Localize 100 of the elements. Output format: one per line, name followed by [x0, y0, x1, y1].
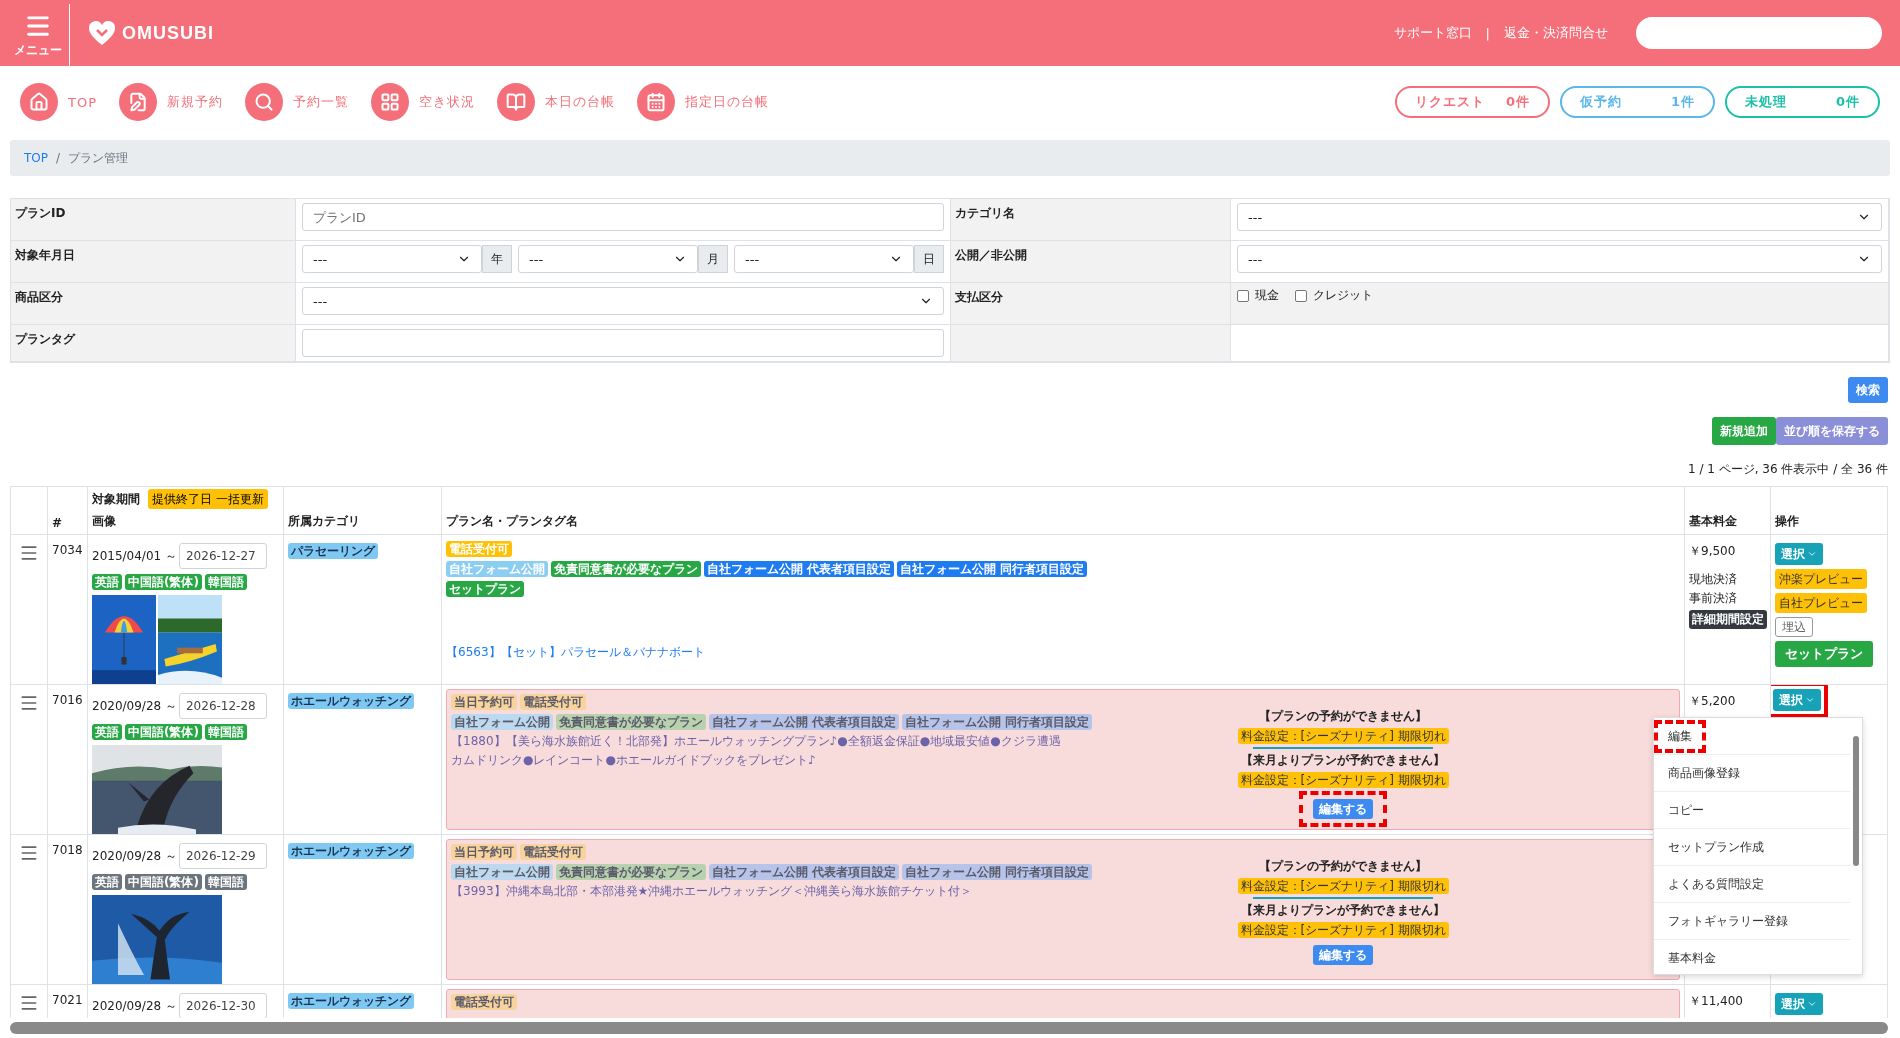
nav-link[interactable]: 指定日の台帳: [637, 83, 769, 121]
price: ￥9,500: [1689, 543, 1736, 560]
plan-tag: 免責同意書が必要なプラン: [551, 561, 701, 577]
column-header: 対象期間: [92, 490, 140, 508]
nav-link[interactable]: 本日の台帳: [497, 83, 615, 121]
plan-name-link[interactable]: 【6563】【セット】パラセール＆バナナボート: [446, 645, 705, 660]
nav-link[interactable]: 予約一覧: [245, 83, 349, 121]
plan-tag: 電話受付可: [451, 994, 517, 1010]
category-tag: ホエールウォッチング: [288, 843, 414, 859]
nav-link[interactable]: 空き状況: [371, 83, 475, 121]
price: ￥11,400: [1689, 993, 1743, 1010]
caret-icon: [1807, 549, 1817, 559]
drag-handle-icon[interactable]: [19, 693, 39, 713]
nav-icon: [20, 83, 58, 121]
input-field[interactable]: [302, 329, 944, 357]
column-header: 画像: [92, 513, 117, 530]
filter-label: プランID: [15, 206, 66, 220]
select-field[interactable]: ---: [518, 245, 698, 273]
start-date: 2020/09/28 ～: [92, 847, 177, 865]
counter-pill[interactable]: 仮予約 1件: [1560, 86, 1715, 118]
nav-link[interactable]: 新規予約: [119, 83, 223, 121]
separator: |: [1485, 25, 1490, 41]
payment-method: 事前決済: [1689, 590, 1737, 607]
nav-icon: [245, 83, 283, 121]
menu-item[interactable]: 基本料金: [1654, 940, 1850, 974]
filter-label: 商品区分: [15, 290, 63, 304]
plan-tag: 自社フォーム公開 同行者項目設定: [902, 864, 1093, 880]
select-field[interactable]: ---: [1237, 245, 1882, 273]
action-button[interactable]: 並び順を保存する: [1776, 417, 1888, 445]
breadcrumb-link[interactable]: TOP: [24, 151, 48, 165]
nav-link[interactable]: TOP: [20, 83, 97, 121]
nav-icon: [637, 83, 675, 121]
select-field[interactable]: ---: [302, 245, 482, 273]
menu-item[interactable]: 編集: [1654, 718, 1850, 755]
plan-tag: 自社フォーム公開: [446, 561, 548, 577]
select-field[interactable]: ---: [734, 245, 914, 273]
plan-tag: 自社フォーム公開 代表者項目設定: [704, 561, 895, 577]
notice-title: 【来月よりプランが予約できません】: [1241, 752, 1446, 769]
language-tag: 英語: [92, 574, 122, 590]
payment-method: 現地決済: [1689, 571, 1737, 588]
menu-item[interactable]: 商品画像登録: [1654, 755, 1850, 792]
drag-handle-icon[interactable]: [19, 843, 39, 863]
plan-tag: 免責同意書が必要なプラン: [556, 864, 706, 880]
select-field[interactable]: ---: [1237, 203, 1882, 231]
caret-icon: [1807, 999, 1817, 1009]
language-tag: 中国語(繁体): [125, 874, 202, 890]
notice-badge: 料金設定：[シーズナリティ] 期限切れ: [1237, 878, 1449, 894]
notice-title: 【プランの予約ができません】: [1259, 708, 1428, 725]
language-tag: 中国語(繁体): [125, 574, 202, 590]
checkbox[interactable]: [1295, 289, 1307, 302]
select-field[interactable]: ---: [302, 287, 944, 315]
input-field[interactable]: プランID: [302, 203, 944, 231]
filter-label: カテゴリ名: [955, 206, 1015, 220]
drag-handle-icon[interactable]: [19, 543, 39, 563]
drag-handle-icon[interactable]: [19, 993, 39, 1013]
notice-badge: 料金設定：[シーズナリティ] 期限切れ: [1237, 772, 1449, 788]
horizontal-scrollbar[interactable]: [10, 1022, 1888, 1034]
unit-label: 日: [914, 245, 944, 273]
select-dropdown-button[interactable]: 選択: [1775, 543, 1823, 565]
category-tag: ホエールウォッチング: [288, 693, 414, 709]
header-link[interactable]: 返金・決済問合せ: [1504, 24, 1608, 42]
search-field[interactable]: [1636, 17, 1882, 49]
row-id: 7018: [52, 843, 83, 857]
menu-item[interactable]: セットプラン作成: [1654, 829, 1850, 866]
menu-item[interactable]: コピー: [1654, 792, 1850, 829]
logo-text: OMUSUBI: [122, 22, 214, 44]
menu-item[interactable]: フォトギャラリー登録: [1654, 903, 1850, 940]
preview-button[interactable]: 自社プレビュー: [1775, 593, 1867, 613]
counter-pill[interactable]: リクエスト 0件: [1395, 86, 1550, 118]
set-button[interactable]: セットプラン: [1775, 641, 1873, 667]
menu-item[interactable]: よくある質問設定: [1654, 866, 1850, 903]
notice-badge: 料金設定：[シーズナリティ] 期限切れ: [1237, 728, 1449, 744]
row-id: 7034: [52, 543, 83, 557]
plan-tag: 電話受付可: [520, 844, 586, 860]
search-button[interactable]: 検索: [1848, 377, 1888, 403]
unit-label: 月: [698, 245, 728, 273]
checkbox[interactable]: [1237, 289, 1249, 302]
plan-tag: セットプラン: [446, 581, 524, 597]
heart-logo-icon: [88, 20, 116, 46]
preview-button[interactable]: 沖楽プレビュー: [1775, 569, 1867, 589]
plan-tag: 自社フォーム公開 代表者項目設定: [709, 714, 900, 730]
column-header: #: [52, 516, 64, 530]
embed-button[interactable]: 埋込: [1775, 617, 1813, 637]
action-button[interactable]: 新規追加: [1712, 417, 1776, 445]
row-id: 7016: [52, 693, 83, 707]
end-date-field[interactable]: 2026-12-27: [179, 543, 267, 569]
language-tag: 韓国語: [204, 724, 247, 740]
bulk-update-button[interactable]: 提供終了日 一括更新: [148, 489, 268, 509]
row-id: 7021: [52, 993, 83, 1007]
column-header: 操作: [1775, 513, 1800, 530]
filter-label: 対象年月日: [15, 248, 75, 262]
plan-tag: 当日予約可: [451, 694, 517, 710]
plan-tag: 当日予約可: [451, 844, 517, 860]
language-tag: 英語: [92, 724, 122, 740]
column-header: 基本料金: [1689, 513, 1738, 530]
price: ￥5,200: [1689, 693, 1736, 710]
plan-tag: 自社フォーム公開 同行者項目設定: [902, 714, 1093, 730]
language-tag: 英語: [92, 874, 122, 890]
counter-pill[interactable]: 未処理 0件: [1725, 86, 1880, 118]
header-link[interactable]: サポート窓口: [1393, 24, 1472, 42]
